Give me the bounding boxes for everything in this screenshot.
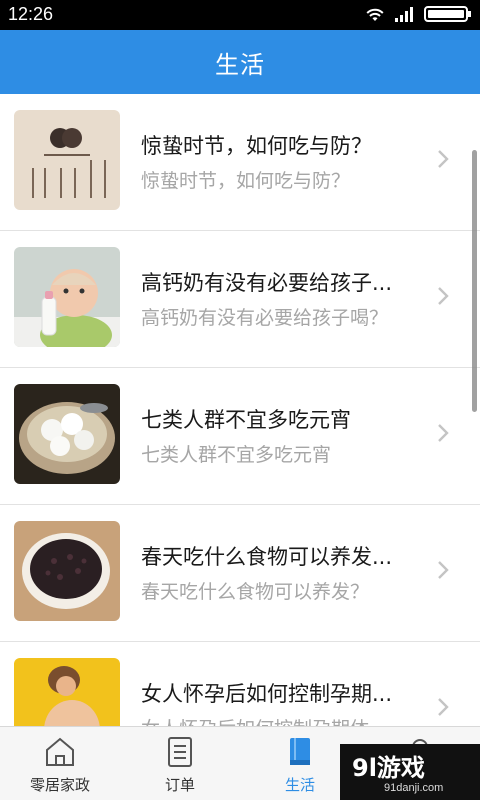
article-title: 女人怀孕后如何控制孕期... xyxy=(141,682,393,706)
status-icons xyxy=(364,5,472,23)
wifi-icon xyxy=(366,8,384,21)
chevron-right-icon xyxy=(438,561,449,579)
chevron-right-icon xyxy=(438,287,449,305)
article-subtitle: 惊蛰时节，如何吃与防？ xyxy=(141,170,351,192)
list-item[interactable]: 七类人群不宜多吃元宵 七类人群不宜多吃元宵 xyxy=(0,368,480,505)
chevron-right-icon xyxy=(438,698,449,716)
watermark-main-text: 9l游戏 xyxy=(352,754,425,782)
article-title: 高钙奶有没有必要给孩子... xyxy=(141,271,393,295)
status-bar: 12:26 xyxy=(0,0,480,30)
list-scrollbar[interactable] xyxy=(472,150,477,412)
black-rice-bowl-image xyxy=(14,521,120,621)
pregnant-woman-image xyxy=(14,658,120,726)
article-title: 春天吃什么食物可以养发... xyxy=(141,545,393,569)
article-subtitle: 高钙奶有没有必要给孩子喝？ xyxy=(141,307,389,329)
status-time: 12:26 xyxy=(8,4,54,24)
chevron-right-icon xyxy=(438,150,449,168)
article-subtitle: 春天吃什么食物可以养发？ xyxy=(141,581,370,603)
nav-label-home: 零居家政 xyxy=(29,776,90,794)
list-item[interactable]: 女人怀孕后如何控制孕期... 女人怀孕后如何控制孕期体 xyxy=(0,642,480,726)
page-title: 生活 xyxy=(215,50,265,79)
article-subtitle: 七类人群不宜多吃元宵 xyxy=(141,444,332,466)
jingzhe-poster-image xyxy=(14,110,120,210)
nav-item-home[interactable]: 零居家政 xyxy=(0,727,120,800)
list-item[interactable]: 惊蛰时节，如何吃与防？ 惊蛰时节，如何吃与防？ xyxy=(0,94,480,231)
article-title: 七类人群不宜多吃元宵 xyxy=(141,408,351,432)
watermark-logo: 9l游戏 91danji.com xyxy=(340,744,480,800)
baby-with-milk-bottle-image xyxy=(14,247,120,347)
header-bar: 生活 xyxy=(0,30,480,94)
article-title: 惊蛰时节，如何吃与防？ xyxy=(141,134,372,158)
book-icon xyxy=(290,738,310,765)
nav-label-orders: 订单 xyxy=(164,776,195,794)
list-item[interactable]: 春天吃什么食物可以养发... 春天吃什么食物可以养发？ xyxy=(0,505,480,642)
order-list-icon xyxy=(168,737,192,767)
nav-item-orders[interactable]: 订单 xyxy=(120,727,240,800)
chevron-right-icon xyxy=(438,424,449,442)
list-item[interactable]: 高钙奶有没有必要给孩子... 高钙奶有没有必要给孩子喝？ xyxy=(0,231,480,368)
tangyuan-bowl-image xyxy=(14,384,120,484)
signal-icon xyxy=(395,7,413,22)
article-list[interactable]: 惊蛰时节，如何吃与防？ 惊蛰时节，如何吃与防？ 高钙奶有没有必要给孩子... 高… xyxy=(0,94,480,726)
article-subtitle: 女人怀孕后如何控制孕期体 xyxy=(141,714,423,726)
home-icon xyxy=(46,737,74,766)
battery-icon xyxy=(424,6,471,22)
watermark-sub-text: 91danji.com xyxy=(384,782,444,794)
